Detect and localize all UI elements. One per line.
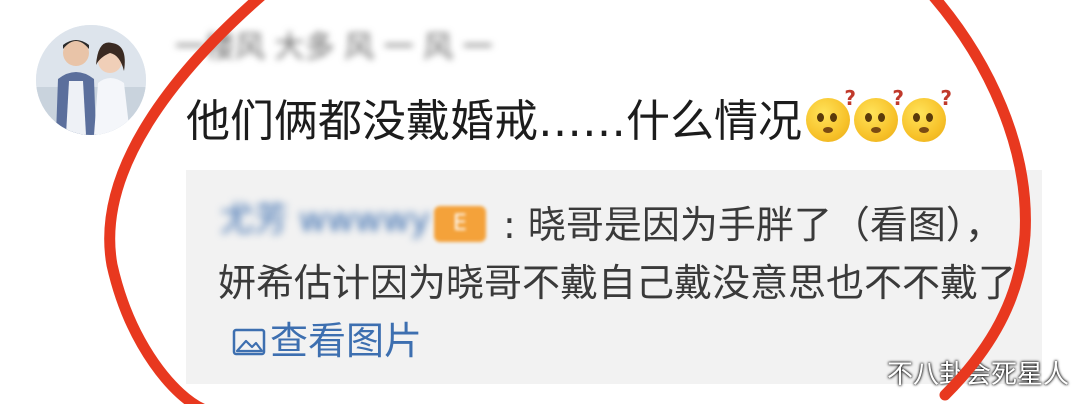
comment-text: 他们俩都没戴婚戒……什么情况 (186, 96, 802, 147)
thinking-face-emoji-icon: ? (806, 88, 856, 142)
watermark: 不八卦会死星人 (886, 360, 1069, 390)
thinking-face-emoji-icon: ? (902, 88, 952, 142)
reply-quote-box: 尤芳 wwwwy E : 晓哥是因为手胖了（看图），妍希估计因为晓哥不戴自己戴没… (186, 170, 1042, 384)
thinking-face-emoji-icon: ? (854, 88, 904, 142)
image-icon (232, 328, 266, 356)
username-blurred[interactable]: 一楼风 大多 风 一 风 一 (175, 28, 493, 68)
reply-text: : 晓哥是因为手胖了（看图），妍希估计因为晓哥不戴自己戴没意思也不不戴了 (218, 203, 1017, 305)
avatar[interactable] (36, 25, 146, 135)
comment-body: 他们俩都没戴婚戒……什么情况??? (186, 88, 952, 152)
reply-text-block: : 晓哥是因为手胖了（看图），妍希估计因为晓哥不戴自己戴没意思也不不戴了 查看图… (218, 196, 1018, 370)
view-image-label: 查看图片 (270, 319, 423, 363)
couple-photo-avatar (36, 25, 146, 135)
view-image-link[interactable]: 查看图片 (232, 319, 422, 363)
